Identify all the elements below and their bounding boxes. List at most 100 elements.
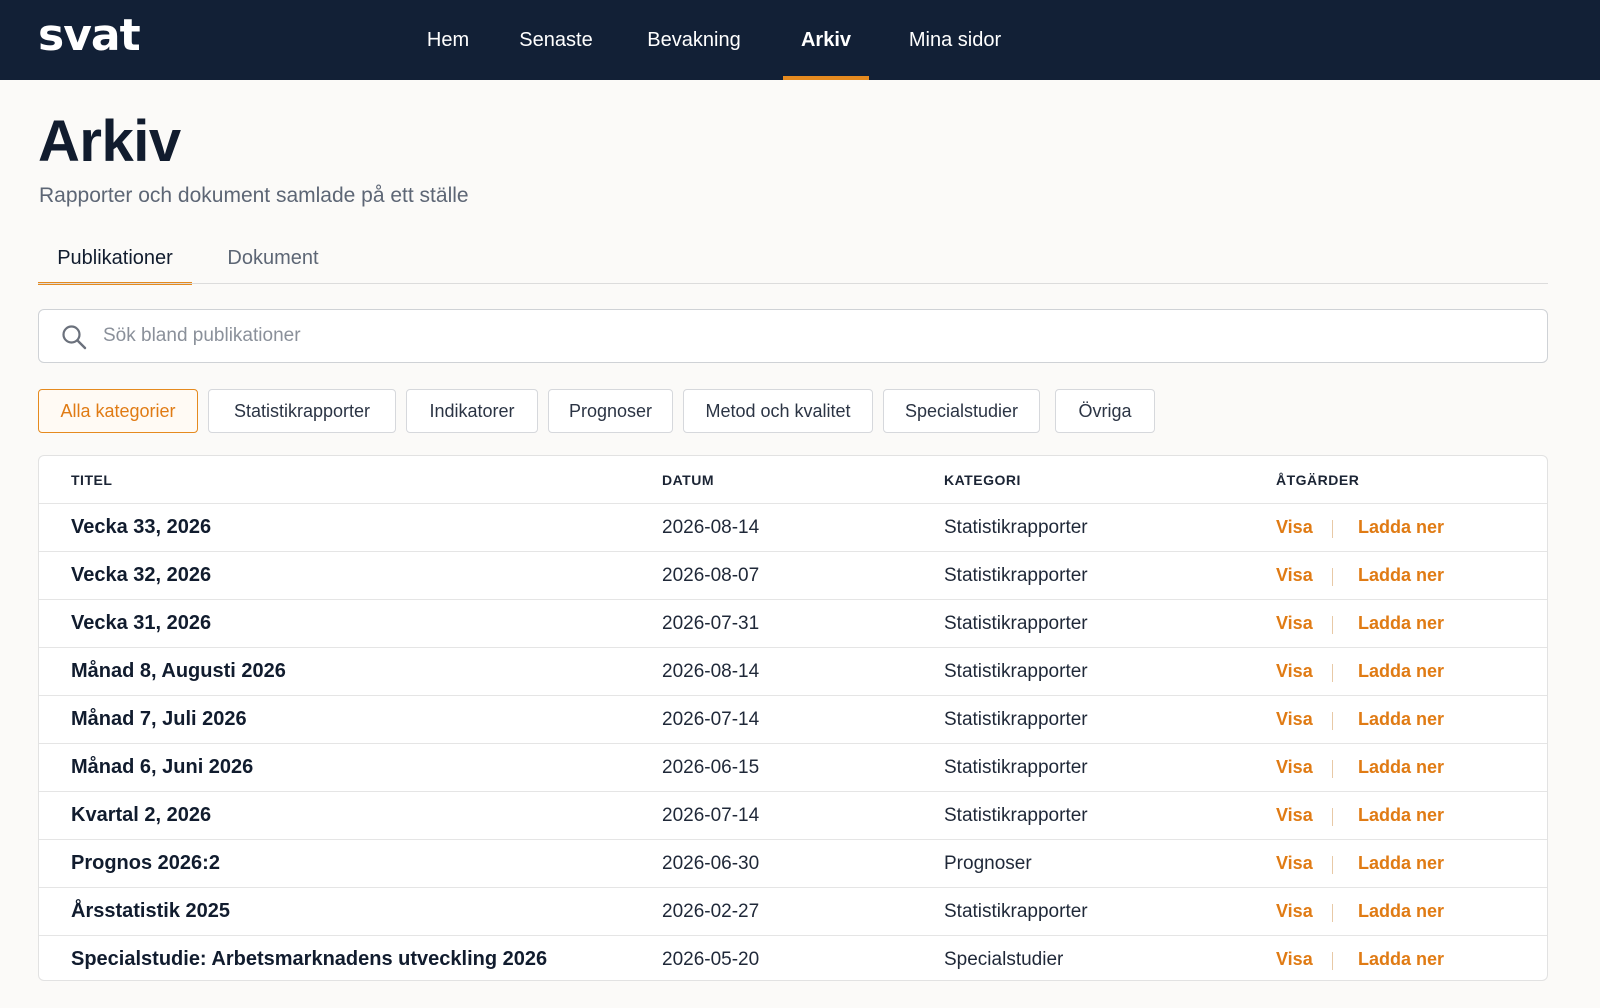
row-date: 2026-05-20 [662, 949, 760, 970]
row-date: 2026-07-14 [662, 805, 760, 826]
download-link[interactable]: Ladda ner [1358, 805, 1444, 826]
action-separator [1332, 664, 1333, 682]
row-category: Statistikrapporter [944, 805, 1088, 826]
table-row: Årsstatistik 2025 2026-02-27 Statistikra… [39, 887, 1547, 935]
row-title: Specialstudie: Arbetsmarknadens utveckli… [71, 948, 548, 970]
row-category: Statistikrapporter [944, 901, 1088, 922]
column-header-title[interactable]: TITEL [71, 472, 112, 488]
nav-item-hem[interactable]: Hem [412, 0, 484, 80]
tab-label: Publikationer [57, 247, 173, 269]
table-row: Vecka 33, 2026 2026-08-14 Statistikrappo… [39, 503, 1547, 551]
row-category: Prognoser [944, 853, 1032, 874]
nav-active-indicator [783, 76, 869, 80]
nav-item-mina-sidor[interactable]: Mina sidor [900, 0, 1010, 80]
row-title: Vecka 32, 2026 [71, 564, 212, 586]
filter-indikatorer[interactable]: Indikatorer [406, 389, 538, 433]
row-category: Statistikrapporter [944, 517, 1088, 538]
action-separator [1332, 904, 1333, 922]
row-date: 2026-06-30 [662, 853, 760, 874]
column-header-category[interactable]: KATEGORI [944, 472, 1021, 488]
row-title: Månad 7, Juli 2026 [71, 708, 247, 730]
action-separator [1332, 856, 1333, 874]
search-box [38, 309, 1548, 363]
row-category: Statistikrapporter [944, 613, 1088, 634]
filter-statistikrapporter[interactable]: Statistikrapporter [208, 389, 396, 433]
action-separator [1332, 568, 1333, 586]
nav-item-label: Arkiv [800, 29, 852, 51]
row-category: Statistikrapporter [944, 757, 1088, 778]
nav-item-senaste[interactable]: Senaste [512, 0, 600, 80]
row-date: 2026-08-07 [662, 565, 760, 586]
nav-item-label: Hem [426, 29, 470, 51]
download-link[interactable]: Ladda ner [1358, 853, 1444, 874]
tabs-divider [38, 283, 1548, 284]
filter-metod-och-kvalitet[interactable]: Metod och kvalitet [683, 389, 873, 433]
download-link[interactable]: Ladda ner [1358, 709, 1444, 730]
row-date: 2026-07-31 [662, 613, 760, 634]
download-link[interactable]: Ladda ner [1358, 565, 1444, 586]
download-link[interactable]: Ladda ner [1358, 613, 1444, 634]
table-row: Månad 6, Juni 2026 2026-06-15 Statistikr… [39, 743, 1547, 791]
action-separator [1332, 760, 1333, 778]
logo[interactable]: svat [38, 10, 141, 61]
row-category: Specialstudier [944, 949, 1064, 970]
row-date: 2026-02-27 [662, 901, 760, 922]
column-header-date[interactable]: DATUM [662, 472, 714, 488]
row-date: 2026-08-14 [662, 517, 760, 538]
view-link[interactable]: Visa [1276, 853, 1313, 874]
action-separator [1332, 808, 1333, 826]
table-row: Kvartal 2, 2026 2026-07-14 Statistikrapp… [39, 791, 1547, 839]
view-link[interactable]: Visa [1276, 949, 1313, 970]
row-date: 2026-06-15 [662, 757, 760, 778]
row-category: Statistikrapporter [944, 565, 1088, 586]
download-link[interactable]: Ladda ner [1358, 757, 1444, 778]
table-row: Prognos 2026:2 2026-06-30 Prognoser Visa… [39, 839, 1547, 887]
row-title: Månad 6, Juni 2026 [71, 756, 254, 778]
filter-alla-kategorier[interactable]: Alla kategorier [38, 389, 198, 433]
nav-item-arkiv[interactable]: Arkiv [783, 0, 869, 80]
view-link[interactable]: Visa [1276, 901, 1313, 922]
row-title: Kvartal 2, 2026 [71, 804, 212, 826]
row-date: 2026-08-14 [662, 661, 760, 682]
download-link[interactable]: Ladda ner [1358, 901, 1444, 922]
view-link[interactable]: Visa [1276, 805, 1313, 826]
nav-item-bevakning[interactable]: Bevakning [640, 0, 748, 80]
view-link[interactable]: Visa [1276, 565, 1313, 586]
row-title: Vecka 31, 2026 [71, 612, 212, 634]
filter-prognoser[interactable]: Prognoser [548, 389, 673, 433]
table-row: Vecka 32, 2026 2026-08-07 Statistikrappo… [39, 551, 1547, 599]
publications-table: TITEL DATUM KATEGORI ÅTGÄRDER Vecka 33, … [38, 455, 1548, 981]
page-subtitle: Rapporter och dokument samlade på ett st… [39, 184, 469, 207]
nav-item-label: Senaste [519, 29, 593, 51]
tab-label: Dokument [227, 247, 319, 269]
page-title: Arkiv [38, 109, 181, 174]
row-category: Statistikrapporter [944, 661, 1088, 682]
table-row: Specialstudie: Arbetsmarknadens utveckli… [39, 935, 1547, 980]
nav-item-label: Mina sidor [908, 29, 1002, 51]
view-link[interactable]: Visa [1276, 757, 1313, 778]
row-title: Årsstatistik 2025 [71, 900, 230, 922]
view-link[interactable]: Visa [1276, 709, 1313, 730]
download-link[interactable]: Ladda ner [1358, 661, 1444, 682]
tab-dokument[interactable]: Dokument [208, 243, 338, 283]
row-title: Månad 8, Augusti 2026 [71, 660, 286, 682]
table-row: Månad 7, Juli 2026 2026-07-14 Statistikr… [39, 695, 1547, 743]
tab-publikationer[interactable]: Publikationer [38, 243, 192, 285]
view-link[interactable]: Visa [1276, 613, 1313, 634]
action-separator [1332, 712, 1333, 730]
download-link[interactable]: Ladda ner [1358, 949, 1444, 970]
view-link[interactable]: Visa [1276, 517, 1313, 538]
row-date: 2026-07-14 [662, 709, 760, 730]
table-row: Vecka 31, 2026 2026-07-31 Statistikrappo… [39, 599, 1547, 647]
download-link[interactable]: Ladda ner [1358, 517, 1444, 538]
search-input[interactable] [103, 310, 1503, 362]
row-title: Prognos 2026:2 [71, 852, 220, 874]
action-separator [1332, 952, 1333, 970]
row-category: Statistikrapporter [944, 709, 1088, 730]
table-row: Månad 8, Augusti 2026 2026-08-14 Statist… [39, 647, 1547, 695]
action-separator [1332, 520, 1333, 538]
view-link[interactable]: Visa [1276, 661, 1313, 682]
row-title: Vecka 33, 2026 [71, 516, 212, 538]
filter-specialstudier[interactable]: Specialstudier [883, 389, 1040, 433]
filter-ovriga[interactable]: Övriga [1055, 389, 1155, 433]
